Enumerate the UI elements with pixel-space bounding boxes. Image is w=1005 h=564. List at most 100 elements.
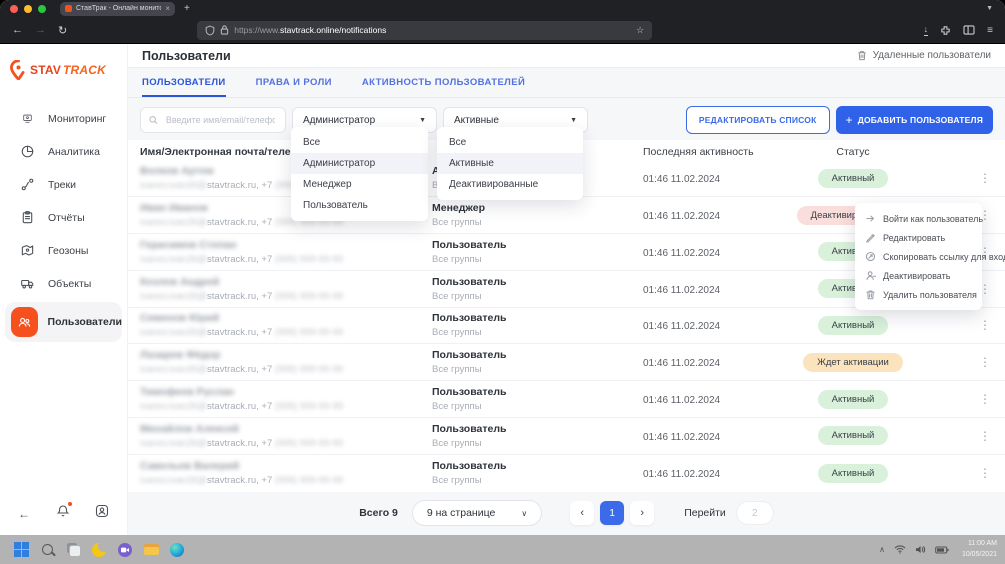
context-menu-item[interactable]: Войти как пользователь	[855, 209, 982, 228]
profile-icon[interactable]	[95, 504, 109, 523]
prev-page-button[interactable]: ‹	[570, 501, 594, 525]
window-controls[interactable]	[10, 5, 46, 13]
user-role: Пользователь	[432, 312, 631, 324]
role-option[interactable]: Все	[291, 132, 428, 153]
battery-icon[interactable]	[935, 546, 949, 554]
system-tray: ∧ 11:00 AM 10/05/2021	[879, 539, 997, 560]
row-menu-button[interactable]: ⋮	[979, 393, 991, 405]
user-group: Все группы	[432, 401, 631, 412]
browser-window: СтавТрак - Онлайн мониторин × + ▼ ← → ↻ …	[0, 0, 1005, 535]
row-menu-button[interactable]: ⋮	[979, 430, 991, 442]
minimize-window-button[interactable]	[24, 5, 32, 13]
sidebar-item-reports[interactable]: Отчёты	[0, 201, 127, 234]
last-activity: 01:46 11.02.2024	[643, 211, 720, 222]
sidebar-panel-icon[interactable]	[963, 25, 975, 35]
downloads-icon[interactable]: ↓	[924, 25, 929, 36]
tab-users[interactable]: ПОЛЬЗОВАТЕЛИ	[142, 77, 226, 97]
user-group: Все группы	[432, 217, 631, 228]
sidebar-item-analytics[interactable]: Аналитика	[0, 135, 127, 168]
search-box[interactable]	[140, 107, 286, 133]
next-page-button[interactable]: ›	[630, 501, 654, 525]
user-role: Пользователь	[432, 423, 631, 435]
windows-start-button[interactable]	[8, 537, 34, 563]
trash-icon	[857, 50, 867, 61]
status-option[interactable]: Все	[437, 132, 583, 153]
status-option[interactable]: Деактивированные	[437, 174, 583, 195]
analytics-icon	[18, 143, 36, 161]
wifi-icon[interactable]	[894, 545, 906, 554]
edit-list-button[interactable]: РЕДАКТИРОВАТЬ СПИСОК	[686, 106, 830, 134]
browser-tab[interactable]: СтавТрак - Онлайн мониторин ×	[60, 2, 175, 16]
video-app-icon[interactable]	[112, 537, 138, 563]
role-option[interactable]: Администратор	[291, 153, 428, 174]
role-option[interactable]: Менеджер	[291, 174, 428, 195]
geozones-icon	[18, 242, 36, 260]
tab-rights-roles[interactable]: ПРАВА И РОЛИ	[256, 77, 332, 97]
page-header: Пользователи Удаленные пользователи	[128, 44, 1005, 68]
context-menu-item[interactable]: Деактивировать	[855, 266, 982, 285]
sidebar-item-tracks[interactable]: Треки	[0, 168, 127, 201]
context-menu-item[interactable]: Редактировать	[855, 228, 982, 247]
reload-button[interactable]: ↻	[58, 24, 67, 37]
task-view-icon[interactable]	[60, 537, 86, 563]
moon-app-icon[interactable]	[86, 537, 112, 563]
deleted-users-link[interactable]: Удаленные пользователи	[857, 50, 991, 61]
person-deactivate-icon	[865, 270, 876, 281]
sidebar-item-users[interactable]: Пользователи	[5, 302, 122, 342]
tray-chevron-icon[interactable]: ∧	[879, 545, 885, 554]
tab-user-activity[interactable]: АКТИВНОСТЬ ПОЛЬЗОВАТЕЛЕЙ	[362, 77, 525, 97]
user-group: Все группы	[432, 438, 631, 449]
goto-label: Перейти	[684, 507, 726, 519]
current-page-button[interactable]: 1	[600, 501, 624, 525]
tab-close-icon[interactable]: ×	[165, 4, 170, 13]
collapse-sidebar-icon[interactable]: ←	[18, 507, 30, 521]
column-header-status: Статус	[803, 146, 903, 158]
edge-browser-icon[interactable]	[164, 537, 190, 563]
context-menu-item[interactable]: Удалить пользователя	[855, 285, 982, 304]
sidebar-item-objects[interactable]: Объекты	[0, 267, 127, 300]
last-activity: 01:46 11.02.2024	[643, 358, 720, 369]
last-activity: 01:46 11.02.2024	[643, 248, 720, 259]
volume-icon[interactable]	[915, 545, 926, 554]
column-header-activity: Последняя активность	[631, 146, 803, 158]
table-row: Савельев Валерийivanov.ivan26@stavtrack.…	[128, 455, 1005, 492]
row-menu-button[interactable]: ⋮	[979, 467, 991, 479]
user-name: Савельев Валерий	[140, 460, 420, 472]
sidebar-item-geozones[interactable]: Геозоны	[0, 234, 127, 267]
monitoring-icon	[18, 110, 36, 128]
row-menu-button[interactable]: ⋮	[979, 356, 991, 368]
context-menu-item[interactable]: Скопировать ссылку для входа	[855, 247, 982, 266]
back-button[interactable]: ←	[12, 24, 23, 36]
tab-list-chevron-icon[interactable]: ▼	[986, 5, 993, 12]
status-option[interactable]: Активные	[437, 153, 583, 174]
close-window-button[interactable]	[10, 5, 18, 13]
maximize-window-button[interactable]	[38, 5, 46, 13]
extensions-icon[interactable]	[940, 25, 951, 36]
row-menu-button[interactable]: ⋮	[979, 172, 991, 184]
search-input[interactable]	[164, 114, 277, 126]
file-explorer-icon[interactable]	[138, 537, 164, 563]
url-text: https://www.stavtrack.online/notificatio…	[234, 25, 631, 35]
taskbar-clock[interactable]: 11:00 AM 10/05/2021	[962, 539, 997, 560]
bookmark-star-icon[interactable]: ☆	[636, 25, 644, 36]
add-user-button[interactable]: + ДОБАВИТЬ ПОЛЬЗОВАТЕЛЯ	[836, 106, 993, 134]
logo-pin-icon	[10, 60, 27, 80]
user-group: Все группы	[432, 254, 631, 265]
menu-hamburger-icon[interactable]: ≡	[987, 25, 993, 36]
row-menu-button[interactable]: ⋮	[979, 319, 991, 331]
taskbar-search-icon[interactable]	[34, 537, 60, 563]
sidebar-item-monitoring[interactable]: Мониторинг	[0, 102, 127, 135]
role-option[interactable]: Пользователь	[291, 195, 428, 216]
sidebar-item-label: Отчёты	[48, 212, 85, 224]
user-group: Все группы	[432, 291, 631, 302]
url-bar[interactable]: https://www.stavtrack.online/notificatio…	[197, 21, 652, 40]
goto-page-input[interactable]: 2	[736, 501, 774, 525]
total-count: Всего 9	[359, 507, 398, 519]
per-page-select[interactable]: 9 на странице ∨	[412, 500, 542, 526]
new-tab-button[interactable]: +	[184, 3, 190, 14]
notifications-bell-icon[interactable]	[56, 504, 70, 523]
login-arrow-icon	[865, 213, 876, 224]
sidebar-item-label: Аналитика	[48, 146, 100, 158]
forward-button[interactable]: →	[35, 24, 46, 36]
user-email-phone: ivanov.ivan26@stavtrack.ru, +7 (999) 999…	[140, 401, 420, 412]
